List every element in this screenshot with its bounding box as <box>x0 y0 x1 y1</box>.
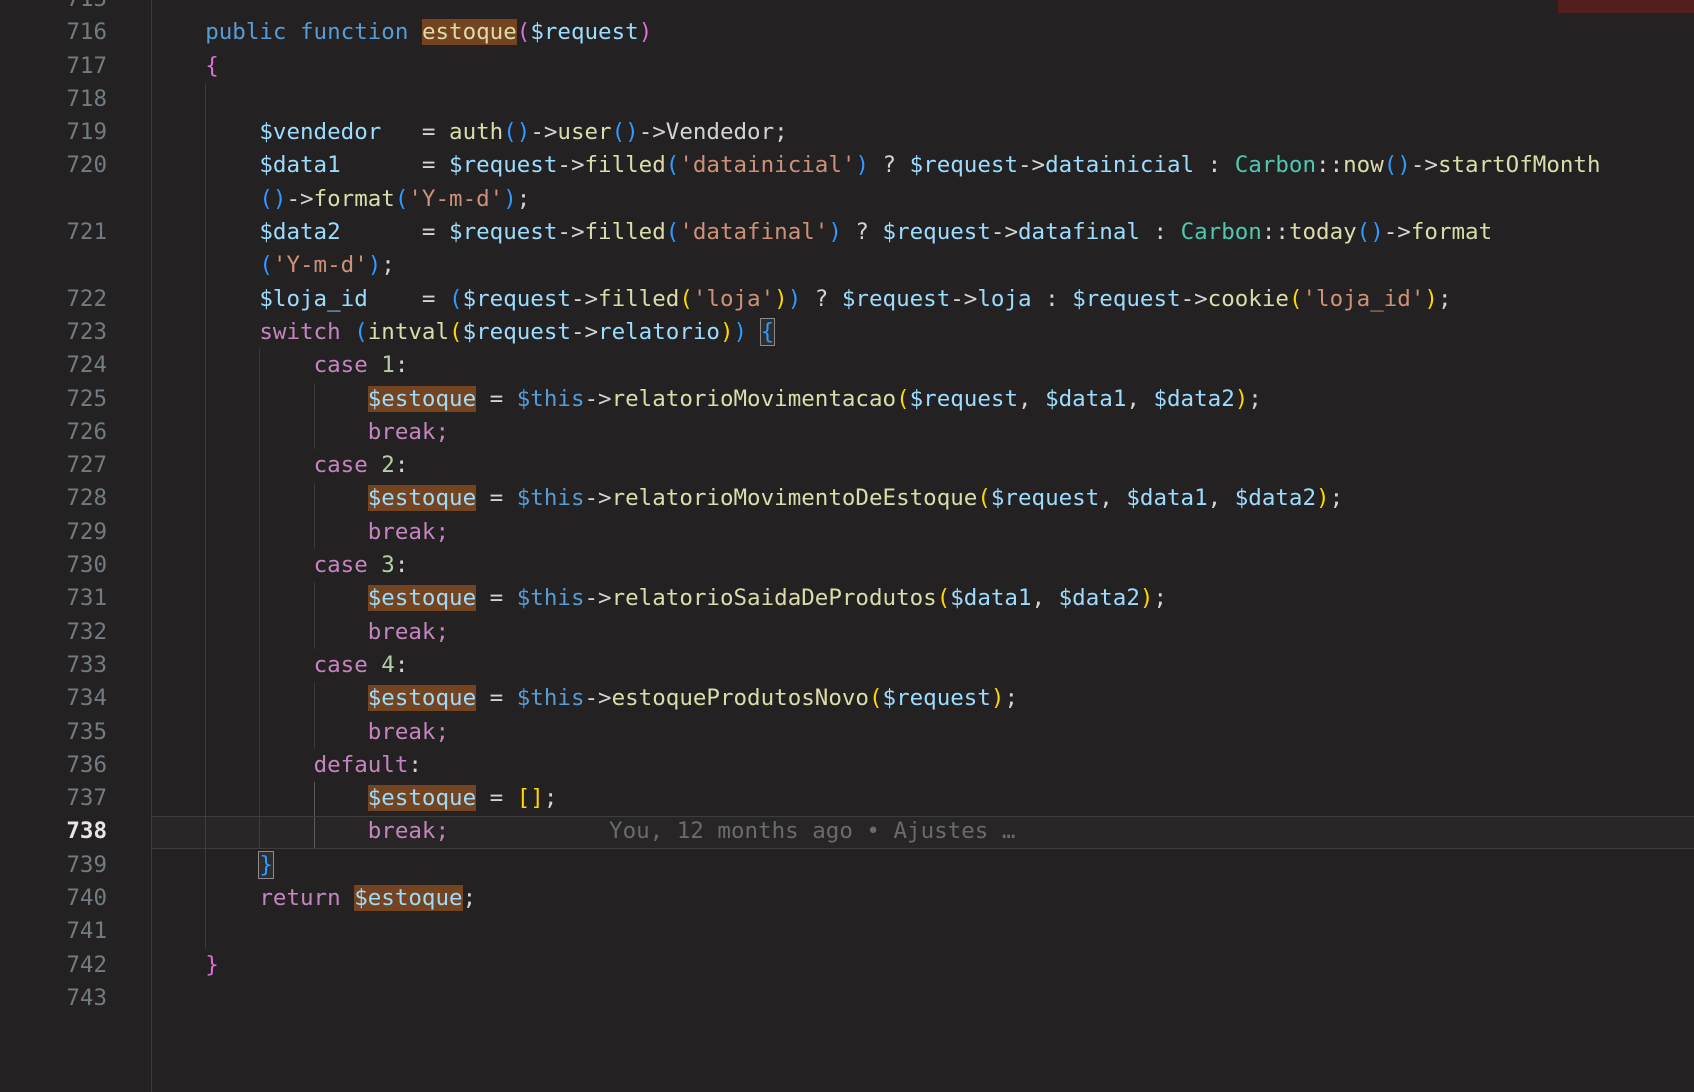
code-line[interactable]: 715 <box>0 0 1694 16</box>
code-line-text: $vendedor = auth()->user()->Vendedor; <box>151 116 788 149</box>
line-number[interactable]: 735 <box>0 716 107 749</box>
code-line[interactable]: 742 } <box>0 949 1694 982</box>
code-line-text: } <box>151 949 219 982</box>
line-number[interactable]: 730 <box>0 549 107 582</box>
code-line[interactable]: 743 <box>0 982 1694 1015</box>
code-line-text: case 2: <box>151 449 408 482</box>
code-line-text: return $estoque; <box>151 882 476 915</box>
line-number[interactable]: 736 <box>0 749 107 782</box>
line-number[interactable]: 727 <box>0 449 107 482</box>
code-line-text: $estoque = []; <box>151 782 557 815</box>
code-line[interactable]: 730 case 3: <box>0 549 1694 582</box>
code-line-text: { <box>151 50 219 83</box>
code-line[interactable]: 724 case 1: <box>0 349 1694 382</box>
code-line-text: case 3: <box>151 549 408 582</box>
code-line[interactable]: ()->format('Y-m-d'); <box>0 183 1694 216</box>
code-line[interactable]: 741 <box>0 915 1694 948</box>
line-number[interactable]: 734 <box>0 682 107 715</box>
code-line[interactable]: 729 break; <box>0 516 1694 549</box>
line-number[interactable]: 726 <box>0 416 107 449</box>
code-line[interactable]: 736 default: <box>0 749 1694 782</box>
code-line-text: break; <box>151 716 449 749</box>
line-number[interactable]: 729 <box>0 516 107 549</box>
code-line[interactable]: 717 { <box>0 50 1694 83</box>
line-number[interactable]: 718 <box>0 83 107 116</box>
code-line[interactable]: 733 case 4: <box>0 649 1694 682</box>
code-line-text: $loja_id = ($request->filled('loja')) ? … <box>151 283 1452 316</box>
code-line[interactable]: 726 break; <box>0 416 1694 449</box>
line-number[interactable]: 719 <box>0 116 107 149</box>
code-line[interactable]: 719 $vendedor = auth()->user()->Vendedor… <box>0 116 1694 149</box>
code-line[interactable]: 734 $estoque = $this->estoqueProdutosNov… <box>0 682 1694 715</box>
code-line-text: $estoque = $this->relatorioSaidaDeProdut… <box>151 582 1167 615</box>
line-number[interactable]: 723 <box>0 316 107 349</box>
code-line-text: $data2 = $request->filled('datafinal') ?… <box>151 216 1492 249</box>
code-line-text: $data1 = $request->filled('datainicial')… <box>151 149 1601 182</box>
line-number[interactable]: 738 <box>0 815 107 848</box>
code-line[interactable]: 739 } <box>0 849 1694 882</box>
code-line-text: case 1: <box>151 349 408 382</box>
code-line-text: break; <box>151 516 449 549</box>
code-line[interactable]: 728 $estoque = $this->relatorioMovimento… <box>0 482 1694 515</box>
line-number[interactable]: 721 <box>0 216 107 249</box>
line-number[interactable]: 742 <box>0 949 107 982</box>
line-number[interactable]: 739 <box>0 849 107 882</box>
code-line[interactable]: ('Y-m-d'); <box>0 249 1694 282</box>
line-number[interactable]: 720 <box>0 149 107 182</box>
code-line-text: ('Y-m-d'); <box>151 249 395 282</box>
code-line[interactable]: 718 <box>0 83 1694 116</box>
code-line-text: break; <box>151 416 449 449</box>
scrollbar-red-decoration <box>1558 0 1694 13</box>
code-line[interactable]: 716 public function estoque($request) <box>0 16 1694 49</box>
code-line-text: $estoque = $this->relatorioMovimentoDeEs… <box>151 482 1343 515</box>
code-line[interactable]: 723 switch (intval($request->relatorio))… <box>0 316 1694 349</box>
code-line[interactable]: 727 case 2: <box>0 449 1694 482</box>
code-line-text: $estoque = $this->relatorioMovimentacao(… <box>151 383 1262 416</box>
code-line-text: public function estoque($request) <box>151 16 652 49</box>
git-blame-annotation: You, 12 months ago • Ajustes … <box>609 818 1015 844</box>
line-number[interactable]: 731 <box>0 582 107 615</box>
line-number[interactable]: 716 <box>0 16 107 49</box>
code-line-text: } <box>151 849 273 882</box>
code-line[interactable]: 725 $estoque = $this->relatorioMovimenta… <box>0 383 1694 416</box>
code-line-text: ()->format('Y-m-d'); <box>151 183 530 216</box>
line-number[interactable]: 724 <box>0 349 107 382</box>
line-number[interactable]: 725 <box>0 383 107 416</box>
line-number[interactable]: 743 <box>0 982 107 1015</box>
code-area[interactable]: 715716 public function estoque($request)… <box>0 0 1694 1015</box>
line-number[interactable]: 740 <box>0 882 107 915</box>
line-number[interactable]: 737 <box>0 782 107 815</box>
line-number[interactable]: 733 <box>0 649 107 682</box>
code-line[interactable]: 722 $loja_id = ($request->filled('loja')… <box>0 283 1694 316</box>
line-number[interactable]: 741 <box>0 915 107 948</box>
code-line-text: switch (intval($request->relatorio)) { <box>151 316 774 349</box>
code-line-text: break;You, 12 months ago • Ajustes … <box>151 815 1015 848</box>
code-line-text: case 4: <box>151 649 408 682</box>
line-number[interactable]: 728 <box>0 482 107 515</box>
code-line-text: default: <box>151 749 422 782</box>
code-line-text: $estoque = $this->estoqueProdutosNovo($r… <box>151 682 1018 715</box>
code-line-text: break; <box>151 616 449 649</box>
code-line[interactable]: 731 $estoque = $this->relatorioSaidaDePr… <box>0 582 1694 615</box>
line-number[interactable]: 717 <box>0 50 107 83</box>
code-line[interactable]: 721 $data2 = $request->filled('datafinal… <box>0 216 1694 249</box>
code-line[interactable]: 737 $estoque = []; <box>0 782 1694 815</box>
code-line[interactable]: 732 break; <box>0 616 1694 649</box>
code-editor[interactable]: 715716 public function estoque($request)… <box>0 0 1694 1092</box>
code-line[interactable]: 740 return $estoque; <box>0 882 1694 915</box>
line-number[interactable]: 732 <box>0 616 107 649</box>
line-number[interactable]: 715 <box>0 0 107 16</box>
line-number[interactable]: 722 <box>0 283 107 316</box>
code-line[interactable]: 735 break; <box>0 716 1694 749</box>
code-line[interactable]: 738 break;You, 12 months ago • Ajustes … <box>0 815 1694 848</box>
code-line[interactable]: 720 $data1 = $request->filled('datainici… <box>0 149 1694 182</box>
